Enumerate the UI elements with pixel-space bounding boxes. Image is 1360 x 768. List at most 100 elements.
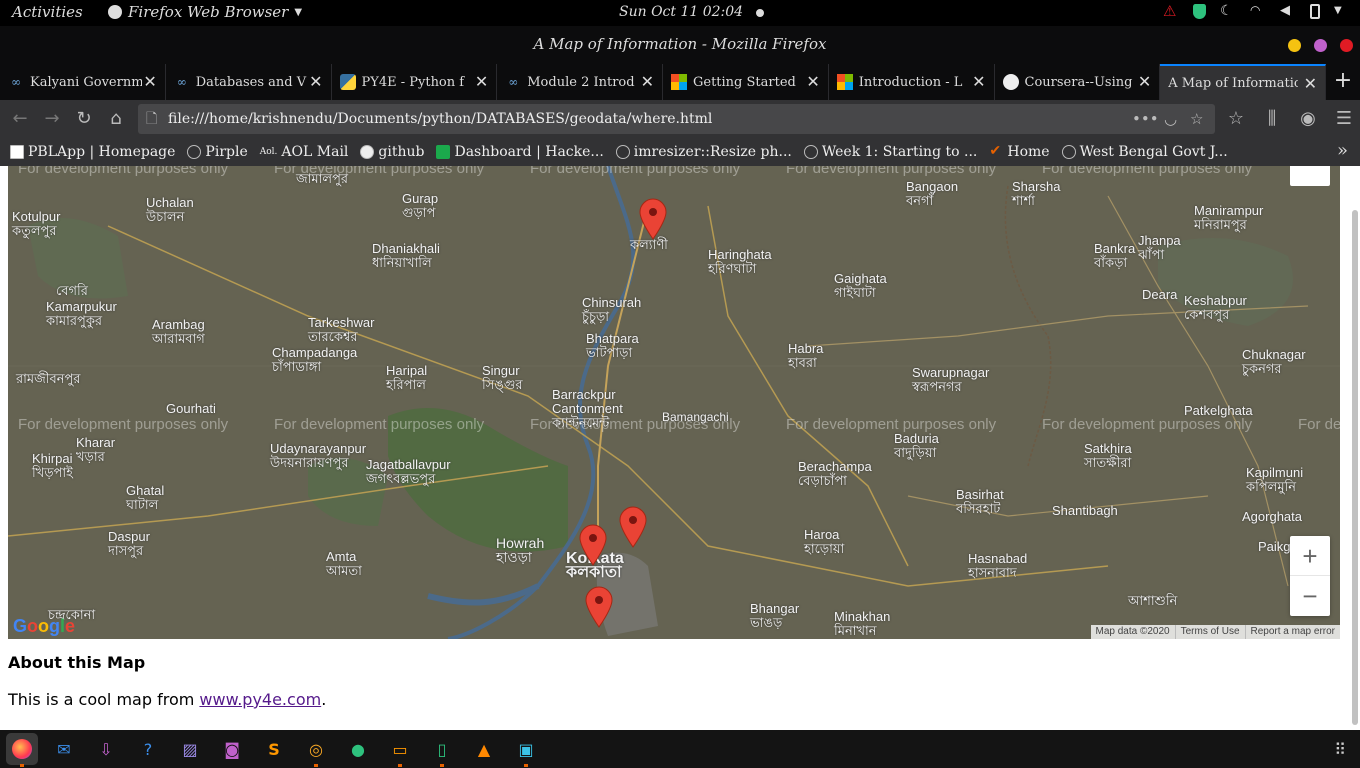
tab-label: Module 2 Introd: [527, 74, 635, 90]
tab-label: Kalyani Governm: [30, 74, 142, 90]
bookmark[interactable]: ✔ Home: [989, 144, 1049, 160]
night-light-icon[interactable]: ☾: [1220, 3, 1236, 19]
updater-icon[interactable]: ▯: [426, 733, 458, 767]
close-tab-icon[interactable]: ✕: [806, 72, 819, 91]
app-menu[interactable]: Firefox Web Browser ▼: [108, 3, 302, 21]
volume-icon[interactable]: ◀: [1280, 3, 1296, 19]
globe-dock-icon[interactable]: ●: [342, 733, 374, 765]
about-text: This is a cool map from www.py4e.com.: [8, 690, 326, 709]
about-text-start: This is a cool map from: [8, 690, 200, 709]
map-marker-kolkata-north[interactable]: [619, 506, 647, 548]
new-tab-button[interactable]: +: [1326, 64, 1360, 100]
window-title-bar[interactable]: A Map of Information - Mozilla Firefox: [0, 26, 1360, 64]
report-map-error-link[interactable]: Report a map error: [1246, 625, 1340, 639]
battery-icon[interactable]: [1310, 3, 1320, 19]
chrome-icon[interactable]: ◎: [300, 733, 332, 767]
url-bar[interactable]: 🗋 file:///home/krishnendu/Documents/pyth…: [138, 104, 1215, 134]
bookmark[interactable]: PBLApp | Homepage: [10, 144, 175, 160]
page-scrollbar[interactable]: [1352, 210, 1358, 725]
tab[interactable]: ∞ Module 2 Introd ✕: [497, 64, 663, 100]
google-logo[interactable]: Google: [13, 616, 75, 637]
photo-editor-icon[interactable]: ▨: [174, 733, 206, 765]
close-tab-icon[interactable]: ✕: [641, 72, 654, 91]
pocket-icon[interactable]: ◡: [1164, 104, 1177, 134]
help-icon[interactable]: ?: [132, 733, 164, 765]
shield-icon[interactable]: [1193, 3, 1206, 19]
forward-button[interactable]: →: [36, 103, 68, 135]
tab[interactable]: PY4E - Python f ✕: [332, 64, 498, 100]
terms-of-use-link[interactable]: Terms of Use: [1176, 625, 1246, 639]
place-label: বেগরি: [56, 283, 88, 298]
hamburger-menu-icon[interactable]: ☰: [1328, 103, 1360, 135]
tab[interactable]: Getting Started ✕: [663, 64, 829, 100]
tab[interactable]: Coursera--Using ✕: [995, 64, 1161, 100]
files-icon[interactable]: ▭: [384, 733, 416, 767]
close-tab-icon[interactable]: ✕: [309, 72, 322, 91]
map-marker-kolkata[interactable]: [579, 524, 607, 566]
minimize-button[interactable]: [1288, 39, 1301, 52]
place-label: Haringhata হরিণঘাটা: [708, 247, 772, 276]
tab[interactable]: ∞ Kalyani Governm ✕: [0, 64, 166, 100]
page-heading: About this Map: [8, 653, 146, 672]
place-label: Haroa হাড়োয়া: [804, 527, 845, 556]
home-button[interactable]: ⌂: [100, 103, 132, 135]
py4e-link[interactable]: www.py4e.com: [199, 690, 321, 709]
tab-active[interactable]: A Map of Informatic ✕: [1160, 64, 1326, 100]
bookmark-label: AOL Mail: [281, 144, 349, 160]
terminal-icon[interactable]: ▣: [510, 733, 542, 767]
library-icon[interactable]: ⫼: [1256, 103, 1288, 135]
zoom-in-button[interactable]: +: [1290, 536, 1330, 576]
mail-icon[interactable]: ✉: [48, 733, 80, 765]
bookmark[interactable]: West Bengal Govt J...: [1061, 144, 1228, 160]
close-tab-icon[interactable]: ✕: [143, 72, 156, 91]
page-actions-icon[interactable]: •••: [1132, 104, 1159, 134]
place-label: Uchalan উচালন: [146, 195, 194, 224]
map-marker-kolkata-south[interactable]: [585, 586, 613, 628]
tab-label: Getting Started: [693, 74, 796, 90]
installer-icon[interactable]: ⇩: [90, 733, 122, 765]
vlc-icon[interactable]: ▲: [468, 733, 500, 765]
close-tab-icon[interactable]: ✕: [972, 72, 985, 91]
sublime-text-icon[interactable]: S: [258, 733, 290, 765]
close-window-button[interactable]: [1340, 39, 1353, 52]
globe-icon: [615, 145, 630, 159]
watermark: For development purposes only: [530, 166, 741, 177]
wifi-icon[interactable]: ◠: [1250, 3, 1266, 19]
bookmark-label: PBLApp | Homepage: [28, 144, 176, 160]
power-menu-chevron-icon[interactable]: ▼: [1334, 3, 1350, 19]
toolbar-right: ☆ ⫼ ◉ ☰: [1220, 103, 1360, 135]
bookmark-star-icon[interactable]: ☆: [1190, 104, 1203, 134]
bookmark[interactable]: imresizer::Resize ph...: [615, 144, 792, 160]
alert-icon[interactable]: ⚠: [1163, 3, 1179, 19]
bookmark[interactable]: github: [360, 144, 424, 160]
clock[interactable]: Sun Oct 11 02:04: [619, 4, 743, 20]
camera-icon[interactable]: ◙: [216, 733, 248, 765]
place-label: Amta আমতা: [326, 549, 362, 578]
system-tray[interactable]: ⚠ ☾ ◠ ◀ ▼: [1163, 3, 1350, 19]
maximize-button[interactable]: [1314, 39, 1327, 52]
more-bookmarks-chevron-icon[interactable]: »: [1337, 140, 1348, 161]
activities-button[interactable]: Activities: [12, 3, 83, 21]
bookmark[interactable]: Aol. AOL Mail: [260, 144, 349, 160]
zoom-control: + −: [1290, 536, 1330, 616]
watermark: For development purposes only: [1042, 166, 1253, 177]
reload-button[interactable]: ↻: [68, 103, 100, 135]
bookmark[interactable]: Week 1: Starting to ...: [803, 144, 977, 160]
map-marker-kalyani[interactable]: [639, 198, 667, 240]
map[interactable]: For development purposes only For develo…: [8, 166, 1340, 639]
bookmark[interactable]: Pirple: [187, 144, 248, 160]
zoom-out-button[interactable]: −: [1290, 576, 1330, 616]
back-button[interactable]: ←: [4, 103, 36, 135]
place-label: Bankra বাঁকড়া: [1094, 241, 1136, 270]
bookmark[interactable]: Dashboard | Hacke...: [436, 144, 604, 160]
tab[interactable]: ∞ Databases and V ✕: [166, 64, 332, 100]
close-tab-icon[interactable]: ✕: [1138, 72, 1151, 91]
account-icon[interactable]: ◉: [1292, 103, 1324, 135]
app-grid-icon[interactable]: ⠿: [1334, 740, 1346, 759]
fullscreen-button[interactable]: [1290, 166, 1330, 186]
close-tab-icon[interactable]: ✕: [475, 72, 488, 91]
tab[interactable]: Introduction - L ✕: [829, 64, 995, 100]
firefox-dock-icon[interactable]: [6, 733, 38, 767]
close-tab-icon[interactable]: ✕: [1304, 74, 1317, 93]
bookmarks-menu-icon[interactable]: ☆: [1220, 103, 1252, 135]
